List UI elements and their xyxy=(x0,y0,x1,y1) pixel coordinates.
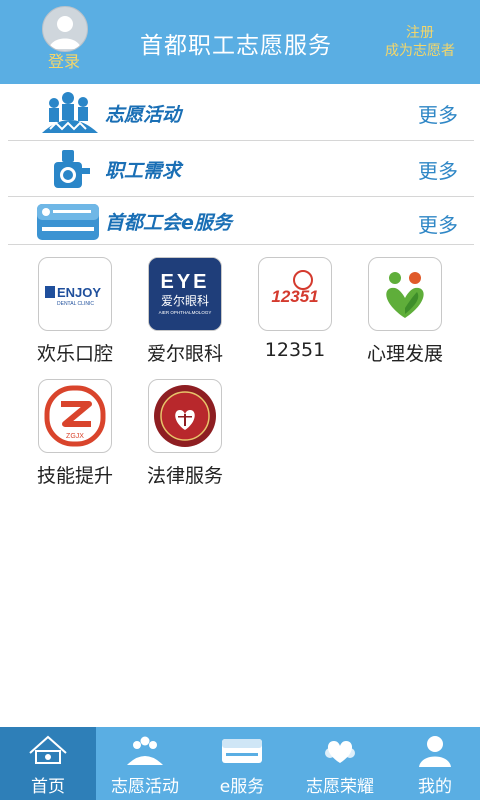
union-card-icon xyxy=(37,204,99,240)
top-header: 登录 首都职工志愿服务 注册 成为志愿者 xyxy=(0,0,480,84)
hotline-12351-logo: 12351 xyxy=(258,257,332,331)
service-legal[interactable]: 法律服务 xyxy=(135,379,235,488)
tab-label: 志愿活动 xyxy=(111,777,179,797)
register-link[interactable]: 注册 成为志愿者 xyxy=(372,24,468,60)
service-label: 技能提升 xyxy=(36,465,113,487)
more-link[interactable]: 更多 xyxy=(418,209,458,238)
service-skills[interactable]: ZGJX 技能提升 xyxy=(25,379,125,488)
tab-home[interactable]: 首页 xyxy=(0,727,96,800)
psychology-logo xyxy=(368,257,442,331)
volunteer-crowd-icon xyxy=(42,92,98,133)
login-link[interactable]: 登录 xyxy=(40,48,88,72)
service-12351[interactable]: 12351 12351 xyxy=(245,257,345,361)
service-label: 心理发展 xyxy=(366,343,443,365)
section-volunteer-activities[interactable]: 志愿活动 更多 xyxy=(8,85,474,141)
aier-eye-logo: EYE 爱尔眼科 AIER OPHTHALMOLOGY xyxy=(148,257,222,331)
service-enjoy-dental[interactable]: ENJOY DENTAL CLINIC 欢乐口腔 xyxy=(25,257,125,366)
home-icon xyxy=(29,735,67,764)
section-title: 职工需求 xyxy=(105,160,182,182)
register-label: 注册 xyxy=(406,25,434,41)
tab-label: 志愿荣耀 xyxy=(306,777,374,797)
more-link[interactable]: 更多 xyxy=(418,99,458,128)
section-title: 首都工会e服务 xyxy=(105,212,232,234)
tab-volunteer[interactable]: 志愿活动 xyxy=(96,727,194,800)
skills-logo: ZGJX xyxy=(38,379,112,453)
avatar[interactable] xyxy=(42,6,88,52)
page-title: 首都职工志愿服务 xyxy=(140,33,332,59)
logo-text: 12351 xyxy=(271,287,318,306)
logo-text: EYE xyxy=(160,271,209,293)
user-icon xyxy=(419,736,451,767)
logo-text: ENJOY xyxy=(57,285,101,300)
logo-subtext: DENTAL CLINIC xyxy=(57,301,94,307)
more-link[interactable]: 更多 xyxy=(418,155,458,184)
tab-label: 首页 xyxy=(31,777,65,797)
section-title: 志愿活动 xyxy=(105,104,182,126)
tab-label: e服务 xyxy=(219,777,265,797)
honor-icon xyxy=(325,741,355,763)
service-label: 12351 xyxy=(264,339,326,361)
service-aier-eye[interactable]: EYE 爱尔眼科 AIER OPHTHALMOLOGY 爱尔眼科 xyxy=(135,257,235,366)
logo-text: ZGJX xyxy=(66,433,84,440)
legal-logo xyxy=(148,379,222,453)
tab-label: 我的 xyxy=(418,777,452,797)
bottom-nav: 首页 志愿活动 e服务 志愿荣耀 我的 xyxy=(0,727,480,800)
logo-subtext: AIER OPHTHALMOLOGY xyxy=(159,310,212,315)
worker-demand-icon xyxy=(54,150,90,188)
tab-eservice[interactable]: e服务 xyxy=(194,727,290,800)
enjoy-dental-logo: ENJOY DENTAL CLINIC xyxy=(38,257,112,331)
section-worker-demand[interactable]: 职工需求 更多 xyxy=(8,141,474,197)
service-label: 欢乐口腔 xyxy=(36,343,113,365)
tab-honor[interactable]: 志愿荣耀 xyxy=(290,727,390,800)
become-volunteer-label: 成为志愿者 xyxy=(385,43,455,59)
card-icon xyxy=(222,739,262,763)
volunteer-icon xyxy=(127,736,163,765)
section-union-eservice[interactable]: 首都工会e服务 更多 xyxy=(8,197,474,245)
logo-cn: 爱尔眼科 xyxy=(161,293,209,308)
avatar-placeholder-icon xyxy=(49,16,81,49)
tab-mine[interactable]: 我的 xyxy=(390,727,480,800)
service-label: 法律服务 xyxy=(146,465,223,487)
service-psychology[interactable]: 心理发展 xyxy=(355,257,455,366)
service-label: 爱尔眼科 xyxy=(146,343,223,365)
